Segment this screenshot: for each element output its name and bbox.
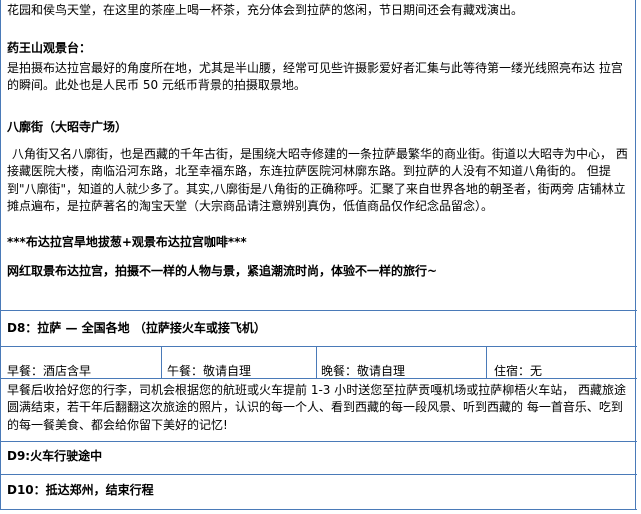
barkhor-paragraph: 八角街又名八廓街，也是西藏的千年古街，是围绕大昭寺修建的一条拉萨最繁华的商业街。…	[7, 147, 628, 214]
day10-title: D10：抵达郑州，结束行程	[7, 483, 154, 497]
day8-description: 早餐后收拾好您的行李，司机会根据您的航班或火车提前 1-3 小时送您至拉萨贡嘎机…	[7, 383, 627, 432]
day8-title: D8：拉萨 — 全国各地 （拉萨接火车或接飞机）	[7, 321, 266, 335]
divider	[1, 346, 637, 347]
divider	[1, 509, 637, 510]
yaowangshan-paragraph: 是拍摄布达拉宫最好的角度所在地，尤其是半山腰，经常可见些许摄影爱好者汇集与此等待…	[7, 61, 623, 93]
slogan-two: 网红取景布达拉宫，拍摄不一样的人物与景，紧追潮流时尚，体验不一样的旅行~	[7, 264, 438, 278]
itinerary-frame: 花园和侯鸟天堂，在这里的茶座上喝一杯茶，充分体会到拉萨的悠闲，节日期间还会有藏戏…	[0, 0, 637, 510]
day9-title: D9:火车行驶途中	[7, 449, 103, 463]
yaowangshan-heading: 药王山观景台：	[7, 41, 92, 55]
divider	[1, 310, 637, 311]
intro-text: 花园和侯鸟天堂，在这里的茶座上喝一杯茶，充分体会到拉萨的悠闲，节日期间还会有藏戏…	[7, 3, 524, 17]
cell-divider	[316, 346, 317, 378]
divider	[1, 441, 637, 442]
barkhor-heading: 八廓街（大昭寺广场）	[7, 120, 128, 134]
divider	[1, 474, 637, 475]
cell-divider	[486, 346, 487, 378]
slogan-one: ***布达拉宫旱地拔葱+观景布达拉宫咖啡***	[7, 235, 247, 249]
divider	[1, 378, 637, 379]
cell-divider	[161, 346, 162, 378]
